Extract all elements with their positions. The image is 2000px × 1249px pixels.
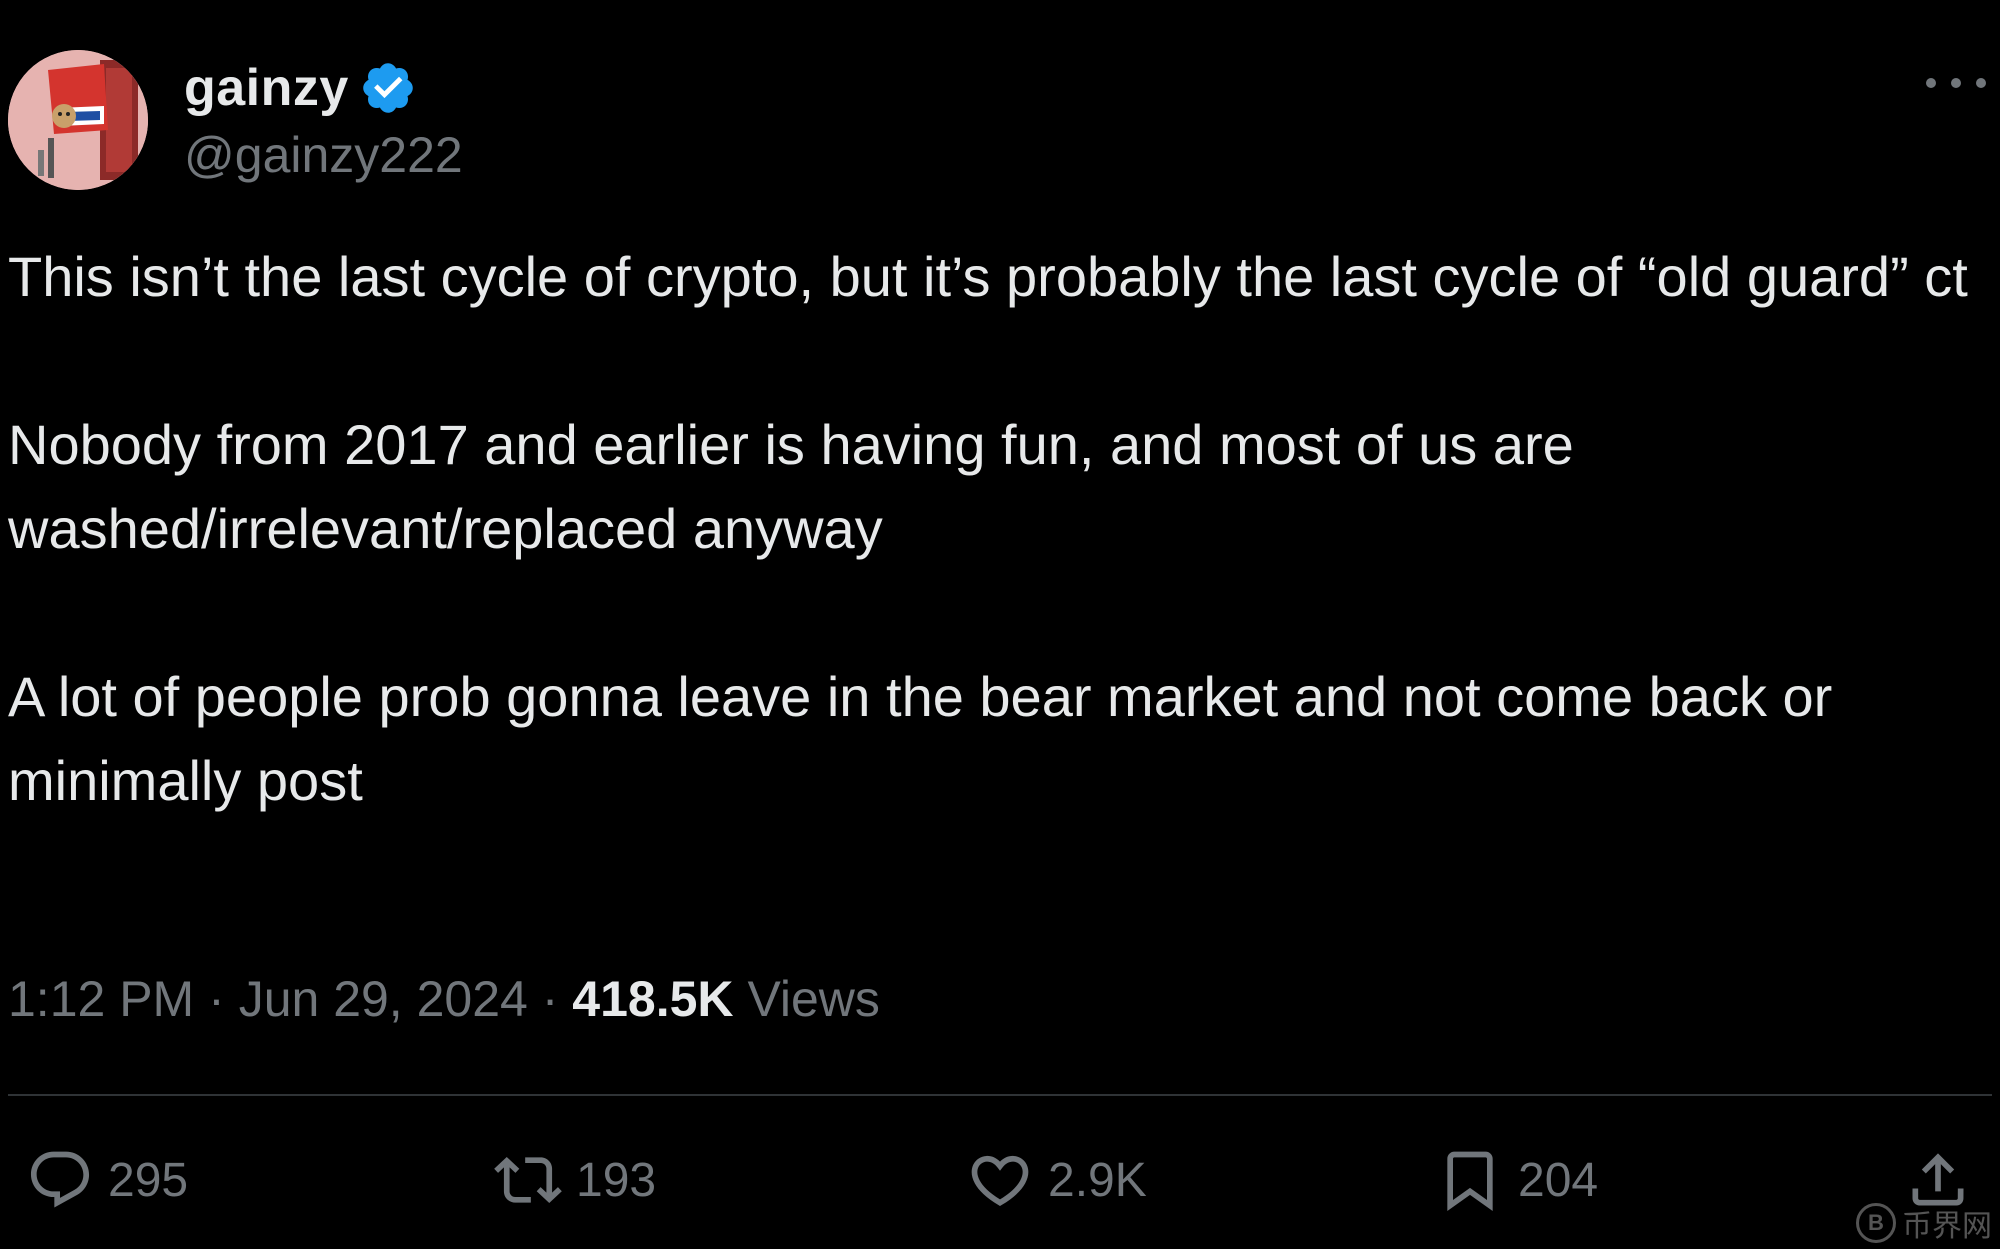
avatar[interactable]	[8, 50, 148, 190]
bookmark-count: 204	[1518, 1153, 1599, 1207]
views-label: Views	[747, 971, 880, 1027]
views-count[interactable]: 418.5K	[572, 971, 733, 1027]
display-name[interactable]: gainzy	[184, 58, 349, 118]
tweet-date[interactable]: Jun 29, 2024	[239, 971, 528, 1027]
tweet-paragraph-2: Nobody from 2017 and earlier is having f…	[8, 413, 1574, 560]
watermark-text: 币界网	[1902, 1210, 1992, 1243]
repost-icon	[494, 1156, 562, 1204]
reply-button[interactable]: 295	[26, 1140, 188, 1220]
tweet-meta: 1:12 PM · Jun 29, 2024 · 418.5K Views	[8, 970, 880, 1028]
verified-badge-icon[interactable]	[359, 59, 417, 117]
tweet-paragraph-3: A lot of people prob gonna leave in the …	[8, 665, 1833, 812]
meta-separator: ·	[541, 971, 559, 1027]
reply-count: 295	[108, 1153, 189, 1207]
heart-icon	[971, 1155, 1029, 1206]
more-dots-icon[interactable]	[1926, 68, 1986, 98]
like-count: 2.9K	[1048, 1153, 1147, 1207]
display-name-row: gainzy	[184, 53, 463, 123]
tweet-card: gainzy @gainzy222 This isn’t the last cy…	[0, 0, 2000, 1249]
action-bar: 295 193 2.9K 204	[0, 1140, 2000, 1220]
avatar-image	[8, 50, 148, 190]
tweet-header: gainzy @gainzy222	[8, 50, 463, 190]
tweet-text: This isn’t the last cycle of crypto, but…	[8, 235, 1968, 907]
tweet-time[interactable]: 1:12 PM	[8, 971, 194, 1027]
user-handle[interactable]: @gainzy222	[184, 123, 463, 187]
bookmark-button[interactable]: 204	[1436, 1140, 1598, 1220]
watermark-logo-icon: B	[1856, 1203, 1896, 1243]
repost-count: 193	[576, 1153, 657, 1207]
user-names: gainzy @gainzy222	[184, 53, 463, 187]
tweet-paragraph-1: This isn’t the last cycle of crypto, but…	[8, 245, 1968, 308]
more-dot	[1951, 78, 1961, 88]
reply-icon	[30, 1151, 90, 1208]
more-dot	[1976, 78, 1986, 88]
more-dot	[1926, 78, 1936, 88]
repost-button[interactable]: 193	[494, 1140, 656, 1220]
meta-separator: ·	[208, 971, 225, 1027]
divider	[8, 1094, 1992, 1096]
like-button[interactable]: 2.9K	[966, 1140, 1147, 1220]
bookmark-icon	[1447, 1151, 1493, 1211]
watermark: B 币界网	[1856, 1201, 1992, 1245]
